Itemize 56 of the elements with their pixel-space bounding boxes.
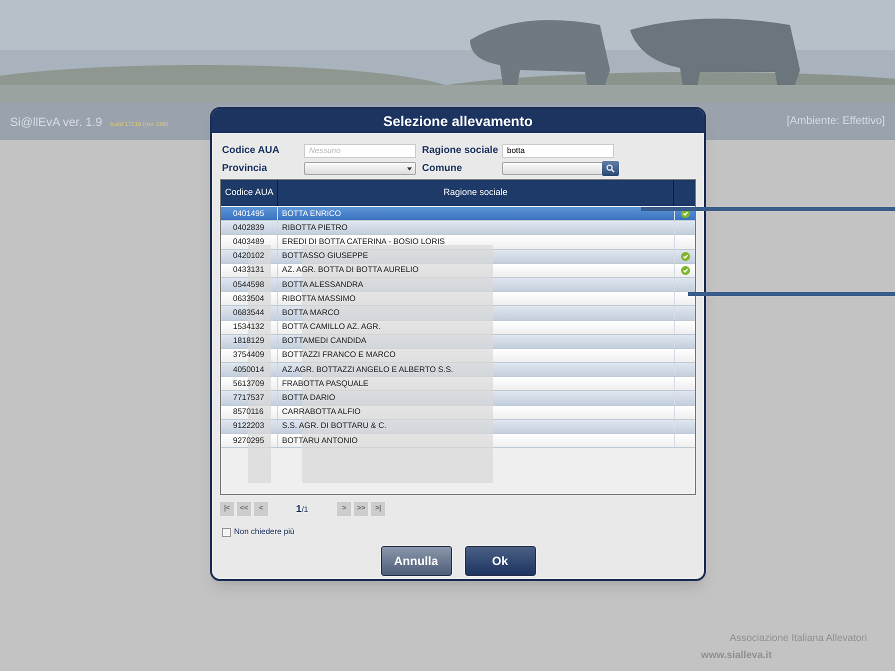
dialog-button[interactable]: Ok	[464, 546, 536, 576]
table-cell: 9270295	[233, 434, 264, 447]
text-field[interactable]: Nessuno	[304, 144, 416, 158]
table-cell: 4050014	[233, 364, 264, 376]
table-cell: AZ. AGR. BOTTA DI BOTTA AURELIO	[282, 264, 419, 276]
checkbox-label[interactable]: Non chiedere più	[234, 526, 294, 538]
table-cell: 0403489	[233, 236, 264, 248]
table-cell: FRABOTTA PASQUALE	[282, 378, 368, 390]
table-cell: RIBOTTA PIETRO	[282, 222, 348, 234]
table-cell: CARRABOTTA ALFIO	[282, 406, 361, 418]
table-cell: BOTTAMEDI CANDIDA	[282, 335, 366, 348]
column-header[interactable]: Ragione sociale	[278, 180, 674, 206]
table-cell: 3754409	[233, 349, 264, 362]
table-row[interactable]: 0401495 BOTTA ENRICO	[221, 207, 695, 222]
text-field[interactable]: botta	[502, 144, 614, 158]
page-total: /1	[302, 504, 308, 516]
search-icon	[606, 164, 615, 173]
table-cell: 5613709	[233, 378, 264, 390]
dialog-title: Selezione allevamento	[383, 112, 533, 130]
field-label: Comune	[422, 162, 463, 176]
column-header[interactable]: Codice AUA	[221, 180, 278, 206]
table-cell: 0401495	[233, 208, 264, 220]
table-cell: 0633504	[233, 292, 264, 305]
table-cell: S.S. AGR. DI BOTTARU & C.	[282, 420, 386, 432]
search-button[interactable]	[602, 161, 619, 176]
table-cell: 7717537	[233, 392, 264, 404]
table-cell: 0420102	[233, 250, 264, 262]
table-cell: 1534132	[233, 321, 264, 334]
page-number: 1	[296, 502, 302, 516]
table-cell: 9122203	[233, 420, 264, 432]
table-cell: BOTTAZZI FRANCO E MARCO	[282, 349, 396, 362]
table-cell: 8570116	[233, 406, 264, 418]
field-label: Ragione sociale	[422, 144, 500, 158]
table-cell: EREDI DI BOTTA CATERINA - BOSIO LORIS	[282, 236, 445, 248]
table-cell: BOTTASSO GIUSEPPE	[282, 250, 368, 262]
caret-icon	[407, 166, 412, 170]
table-cell: AZ.AGR. BOTTAZZI ANGELO E ALBERTO S.S.	[282, 364, 454, 376]
table-cell: 0683544	[233, 306, 264, 319]
table-cell: BOTTA ENRICO	[282, 208, 341, 220]
app-name: Si@llEvA ver. 1.9	[10, 114, 102, 130]
table-row[interactable]: 0402839 RIBOTTA PIETRO	[221, 221, 695, 236]
field-label: Provincia	[222, 162, 268, 176]
table-cell: BOTTA DARIO	[282, 392, 336, 404]
table-cell: BOTTARU ANTONIO	[282, 434, 358, 447]
dialog-button[interactable]: Annulla	[380, 546, 452, 576]
table-cell: BOTTA CAMILLO AZ. AGR.	[282, 321, 381, 334]
table-cell: BOTTA ALESSANDRA	[282, 278, 364, 291]
table-cell: 0544598	[233, 278, 264, 291]
table-cell: 1818129	[233, 335, 264, 348]
field-label: Codice AUA	[222, 144, 280, 158]
table-cell: BOTTA MARCO	[282, 306, 340, 319]
environment-label: [Ambiente: Effettivo]	[786, 114, 885, 130]
table-cell: 0402839	[233, 222, 264, 234]
checkbox[interactable]	[222, 528, 231, 536]
table-cell: 0433131	[233, 264, 264, 276]
table-cell: RIBOTTA MASSIMO	[282, 292, 356, 305]
